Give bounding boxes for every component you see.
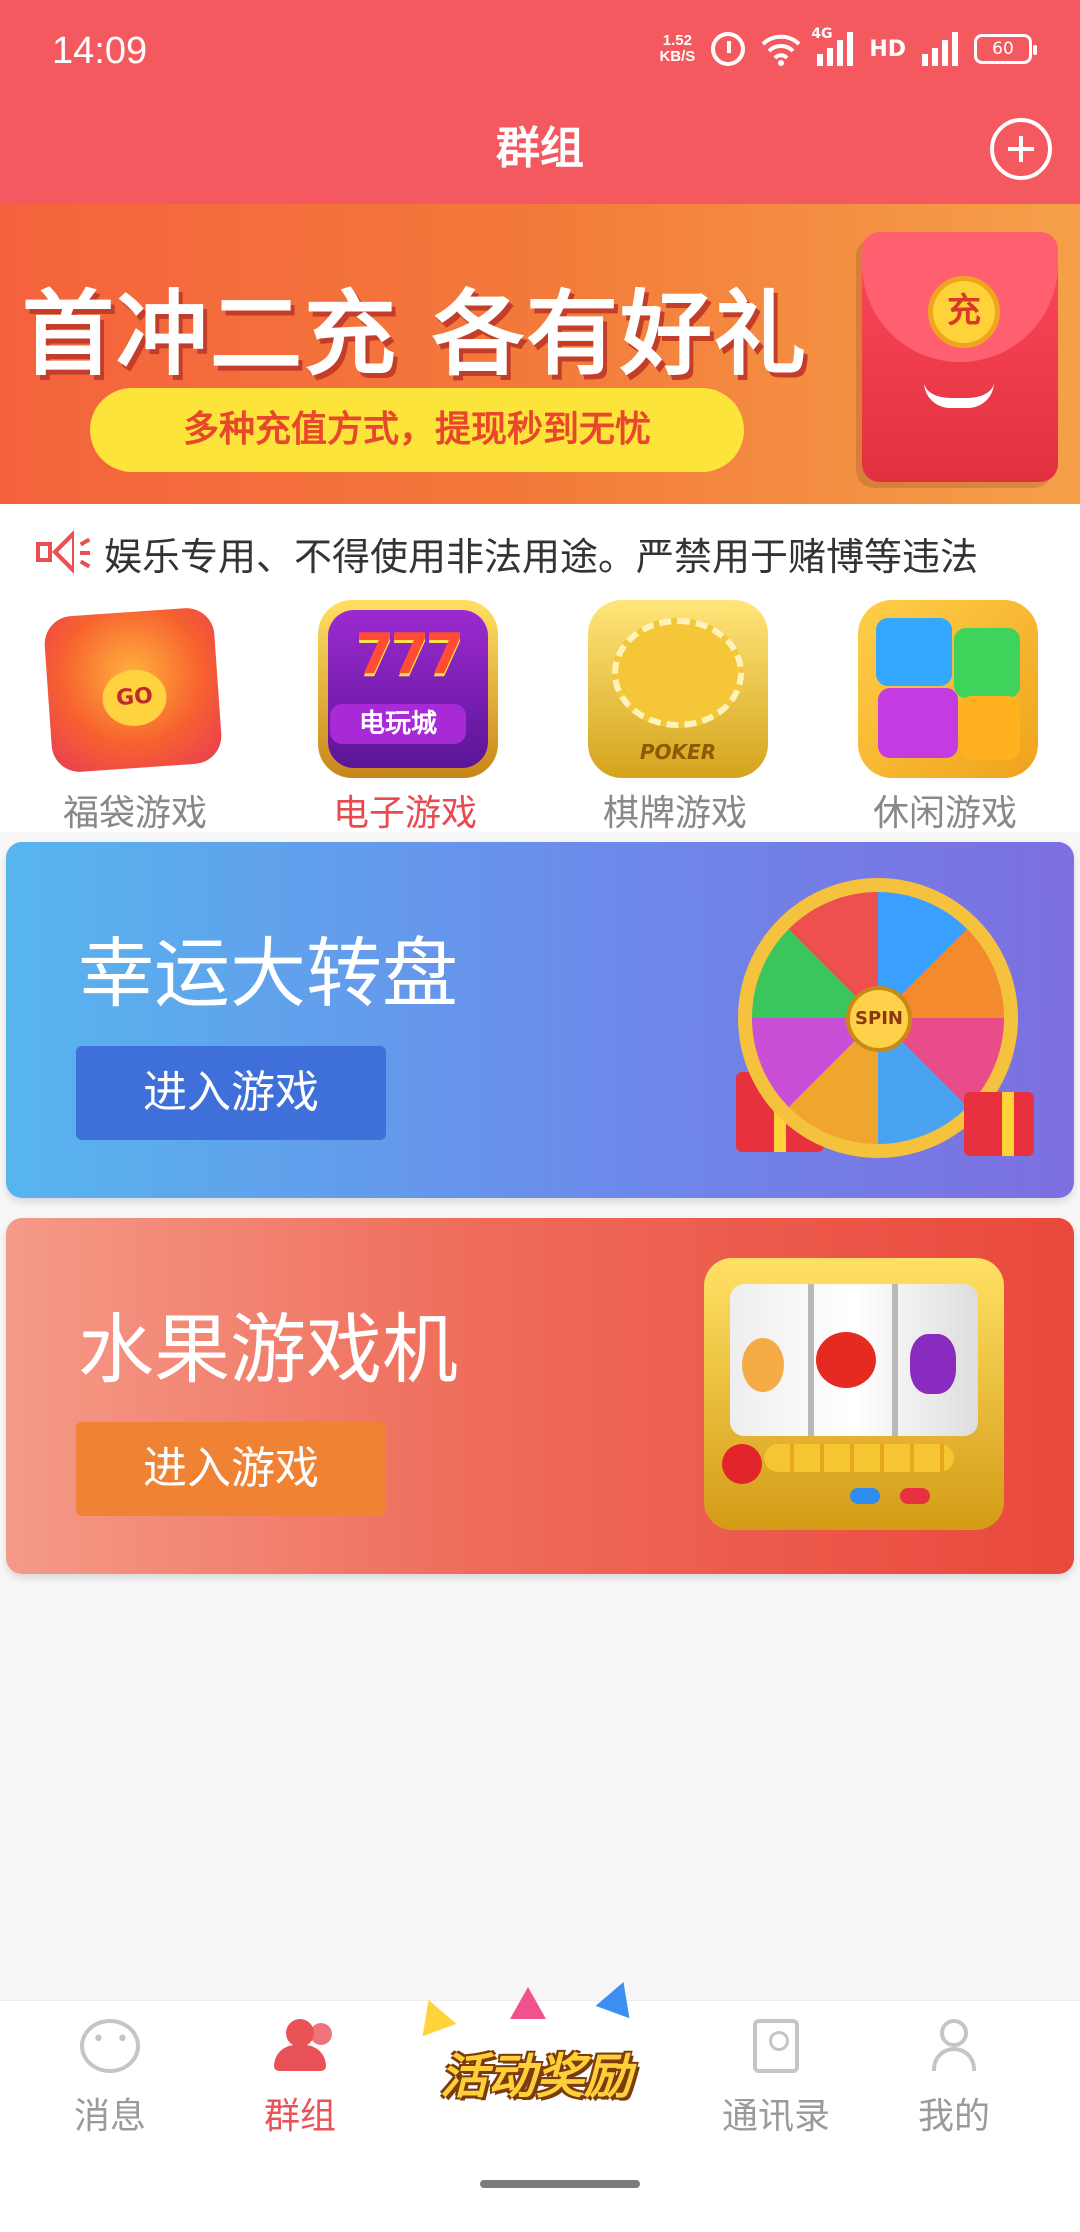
chat-bubble-icon <box>80 2019 140 2073</box>
speaker-icon <box>36 528 92 578</box>
category-label: 棋牌游戏 <box>602 793 747 834</box>
tab-activity-rewards[interactable]: 活动奖励 <box>410 1975 670 2121</box>
notice-marquee: 娱乐专用、不得使用非法用途。严禁用于赌博等违法 <box>0 504 1080 600</box>
status-bar: 14:09 1.52 KB/S 4G HD 60 <box>0 0 1080 110</box>
signal-icon <box>922 32 958 66</box>
envelope-coin: 充 <box>928 276 1000 348</box>
star-icon <box>595 1975 641 2019</box>
tab-me[interactable]: 我的 <box>864 2001 1044 2161</box>
category-label: 休闲游戏 <box>872 793 1017 834</box>
tab-label: 通讯录 <box>721 2096 830 2137</box>
fruit-slot-machine-icon <box>704 1258 1004 1530</box>
poker-chip-icon: POKER <box>588 600 768 778</box>
wheel-hub: SPIN <box>846 986 912 1052</box>
status-time: 14:09 <box>52 30 148 72</box>
game-title: 幸运大转盘 <box>78 929 458 1018</box>
bottom-tab-bar: 消息 群组 活动奖励 通讯录 我的 <box>0 1975 1080 2232</box>
red-envelope-icon: 充 <box>862 232 1058 482</box>
slot-777-icon: 777 电玩城 <box>318 600 498 778</box>
battery-icon: 60 <box>974 34 1037 64</box>
banner-headline: 首冲二充 各有好礼 <box>22 281 809 388</box>
tab-messages[interactable]: 消息 <box>20 2001 200 2161</box>
tab-label: 消息 <box>73 2096 146 2137</box>
banner-subline: 多种充值方式，提现秒到无忧 <box>90 388 744 472</box>
category-electronic[interactable]: 777 电玩城 电子游戏 <box>270 600 540 834</box>
enter-game-button[interactable]: 进入游戏 <box>76 1046 386 1140</box>
category-casual[interactable]: 休闲游戏 <box>810 600 1080 834</box>
category-row: GO 福袋游戏 777 电玩城 电子游戏 POKER 棋牌游戏 休闲游戏 <box>0 600 1080 834</box>
star-icon <box>411 1993 457 2037</box>
enter-game-button[interactable]: 进入游戏 <box>76 1422 386 1516</box>
tab-groups[interactable]: 群组 <box>210 2001 390 2161</box>
gift-box-icon <box>964 1092 1034 1156</box>
star-icon <box>510 1987 546 2019</box>
tab-label: 群组 <box>263 2096 336 2137</box>
category-label: 电子游戏 <box>332 793 477 834</box>
top-bar: 14:09 1.52 KB/S 4G HD 60 群组 <box>0 0 1080 204</box>
profile-icon <box>924 2019 984 2073</box>
category-lucky-bag[interactable]: GO 福袋游戏 <box>0 600 270 834</box>
category-cards[interactable]: POKER 棋牌游戏 <box>540 600 810 834</box>
wifi-icon <box>761 34 801 66</box>
page-title: 群组 <box>496 123 584 174</box>
game-card-fruit-machine[interactable]: 水果游戏机 进入游戏 <box>6 1218 1074 1574</box>
game-title: 水果游戏机 <box>78 1305 458 1394</box>
promo-badge: 活动奖励 <box>440 2049 633 2105</box>
game-card-lucky-wheel[interactable]: 幸运大转盘 进入游戏 SPIN <box>6 842 1074 1198</box>
red-envelope-go-icon: GO <box>42 606 224 774</box>
category-label: 福袋游戏 <box>62 793 207 834</box>
net-speed: 1.52 KB/S <box>659 32 696 65</box>
gem-blocks-icon <box>858 600 1038 778</box>
group-icon <box>270 2019 332 2073</box>
contacts-icon <box>753 2019 799 2073</box>
hd-icon: HD <box>869 36 906 62</box>
promo-banner[interactable]: 首冲二充 各有好礼 多种充值方式，提现秒到无忧 充 <box>0 204 1080 504</box>
signal-4g-icon: 4G <box>811 26 854 66</box>
tab-contacts[interactable]: 通讯录 <box>686 2001 866 2161</box>
status-icons: 1.52 KB/S 4G HD 60 <box>659 26 1037 66</box>
tab-label: 我的 <box>917 2096 990 2137</box>
notice-text: 娱乐专用、不得使用非法用途。严禁用于赌博等违法 <box>104 535 979 579</box>
home-indicator[interactable] <box>480 2180 640 2188</box>
alarm-icon <box>711 32 746 66</box>
add-button[interactable] <box>990 118 1052 180</box>
